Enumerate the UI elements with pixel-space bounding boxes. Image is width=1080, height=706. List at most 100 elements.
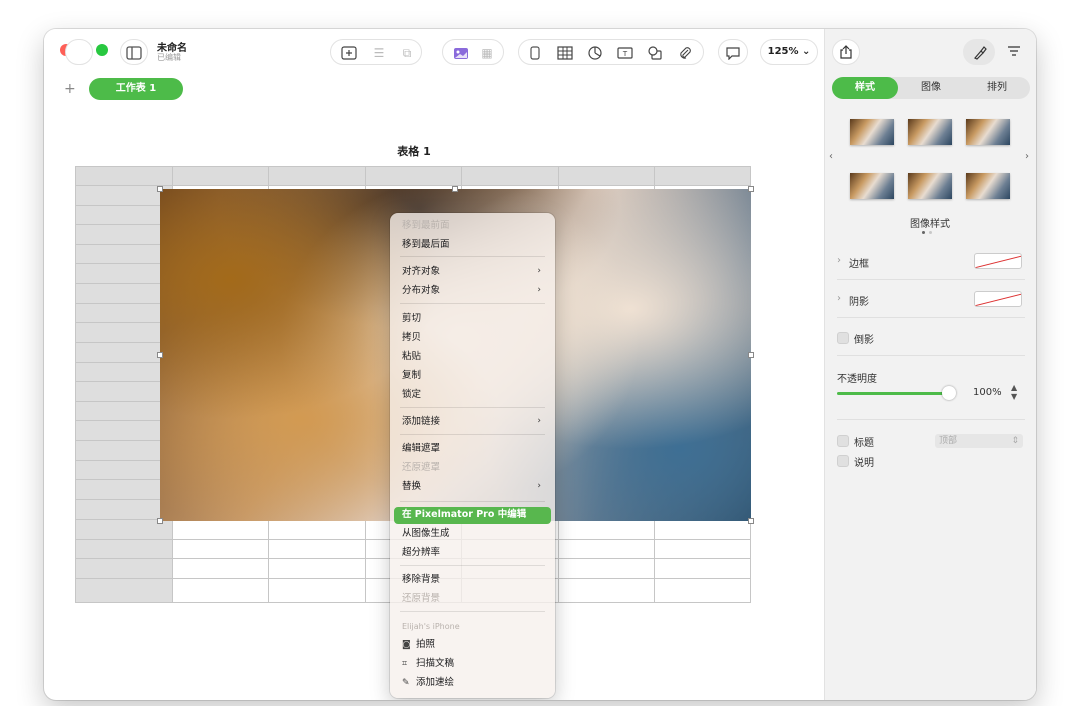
menu-item-lock[interactable]: 锁定	[402, 387, 421, 403]
opacity-slider[interactable]	[837, 392, 949, 395]
menu-item-remove-background[interactable]: 移除背景	[402, 572, 440, 588]
menu-item-distribute-objects[interactable]: 分布对象	[402, 283, 440, 299]
text-box-icon[interactable]: T	[617, 46, 633, 60]
sidebar-toggle-button[interactable]	[120, 39, 148, 65]
resize-handle-bottom-left[interactable]	[157, 518, 163, 524]
menu-item-super-resolution[interactable]: 超分辨率	[402, 545, 440, 561]
menu-item-cut[interactable]: 剪切	[402, 311, 421, 327]
paperclip-icon[interactable]	[677, 46, 693, 60]
chevron-right-icon: ›	[537, 285, 541, 295]
menu-item-paste[interactable]: 粘贴	[402, 349, 421, 365]
style-preset-2[interactable]	[908, 119, 952, 145]
zoom-window-button[interactable]	[96, 44, 108, 56]
opacity-value[interactable]: 100%	[973, 387, 1002, 398]
clip-icon[interactable]	[527, 46, 543, 60]
chart-icon[interactable]	[587, 46, 603, 60]
menu-item-duplicate[interactable]: 复制	[402, 368, 421, 384]
shadow-swatch[interactable]	[974, 291, 1022, 307]
add-page-icon[interactable]	[341, 46, 357, 60]
menu-item-add-sketch[interactable]: ✎ 添加速绘	[402, 675, 454, 691]
inspector-sidebar: 样式 图像 排列 ‹ › 图像样式 › 边框 › 阴影 倒影 不透明度 100%…	[65, 29, 1036, 700]
style-preset-4[interactable]	[850, 173, 894, 199]
inspector-tabs: 样式 图像 排列	[832, 77, 1030, 99]
menu-item-copy[interactable]: 拷贝	[402, 330, 421, 346]
sidebar-icon	[126, 46, 142, 60]
menu-item-bring-to-front: 移到最前面	[402, 220, 450, 231]
table-header-row[interactable]	[75, 166, 751, 185]
media-group: ▦	[442, 39, 504, 65]
menu-item-take-photo[interactable]: ◙ 拍照	[402, 637, 435, 653]
tab-arrange[interactable]: 排列	[964, 77, 1030, 99]
document-status: 已编辑	[157, 53, 181, 62]
resize-handle-top-left[interactable]	[157, 186, 163, 192]
title-checkbox[interactable]	[837, 435, 849, 447]
add-sheet-button[interactable]: +	[64, 81, 76, 97]
chevron-left-icon[interactable]: ‹	[829, 151, 833, 162]
organize-icon[interactable]	[1006, 44, 1022, 58]
resize-handle-top[interactable]	[452, 186, 458, 192]
title-label: 标题	[854, 438, 874, 449]
menu-separator	[400, 565, 545, 566]
chevron-right-icon[interactable]: ›	[837, 255, 841, 266]
opacity-slider-knob[interactable]	[942, 386, 956, 400]
style-preset-5[interactable]	[908, 173, 952, 199]
menu-separator	[400, 256, 545, 257]
page-dot	[929, 231, 932, 234]
chevron-right-icon[interactable]: ›	[1025, 151, 1029, 162]
reflection-label: 倒影	[854, 335, 874, 346]
shape-icon[interactable]	[647, 46, 663, 60]
title-position-value: 顶部	[939, 436, 958, 446]
style-preset-3[interactable]	[966, 119, 1010, 145]
zoom-dropdown[interactable]: 125% ⌄	[760, 39, 818, 65]
style-preset-6[interactable]	[966, 173, 1010, 199]
resize-handle-top-right[interactable]	[748, 186, 754, 192]
arrange-icon[interactable]: ⧉	[399, 46, 415, 60]
opacity-label: 不透明度	[837, 374, 877, 385]
border-swatch[interactable]	[974, 253, 1022, 269]
media-icon[interactable]	[453, 46, 469, 60]
menu-item-replace[interactable]: 替换	[402, 479, 421, 495]
menu-item-align-objects[interactable]: 对齐对象	[402, 264, 542, 280]
image-styles-caption: 图像样式	[910, 219, 950, 230]
resize-handle-bottom-right[interactable]	[748, 518, 754, 524]
menu-item-add-link[interactable]: 添加链接	[402, 414, 440, 430]
title-position-select[interactable]: 顶部 ⇕	[935, 434, 1023, 448]
grid-row-line	[75, 185, 751, 186]
border-label[interactable]: 边框	[849, 255, 869, 270]
table-icon[interactable]	[557, 46, 573, 60]
share-button[interactable]	[832, 39, 860, 65]
caption-checkbox[interactable]	[837, 455, 849, 467]
shadow-label[interactable]: 阴影	[849, 293, 869, 308]
tab-sheet-1[interactable]: 工作表 1	[89, 78, 183, 100]
share-button-hidden	[65, 39, 93, 65]
opacity-stepper[interactable]: ▲ ▼	[1011, 383, 1017, 401]
menu-separator	[400, 501, 545, 502]
menu-item-label: 扫描文稿	[416, 658, 455, 669]
menu-item-send-to-back[interactable]: 移到最后面	[402, 237, 450, 253]
camera-icon: ◙	[402, 640, 411, 650]
menu-item-generate-from-image[interactable]: 从图像生成	[402, 526, 450, 542]
menu-item-edit-in-pixelmator[interactable]: 在 Pixelmator Pro 中编辑	[402, 507, 526, 523]
reflection-checkbox[interactable]	[837, 332, 849, 344]
resize-handle-right[interactable]	[748, 352, 754, 358]
resize-handle-left[interactable]	[157, 352, 163, 358]
chevron-right-icon[interactable]: ›	[837, 293, 841, 304]
grid-column-line	[75, 166, 76, 602]
menu-separator	[400, 303, 545, 304]
table-title[interactable]: 表格 1	[384, 143, 444, 159]
app-window: 未命名 已编辑 ☰ ⧉ ▦ T 125% ⌄ + 工作表 1 表格 1 移到最前…	[44, 29, 1036, 700]
chevron-right-icon: ›	[537, 266, 541, 276]
tab-style[interactable]: 样式	[832, 77, 898, 99]
context-menu: 移到最前面 移到最后面 对齐对象 › 分布对象 › 剪切 拷贝 粘贴 复制 锁定…	[390, 213, 555, 698]
style-preset-1[interactable]	[850, 119, 894, 145]
format-button[interactable]	[963, 39, 995, 65]
tab-image[interactable]: 图像	[898, 77, 964, 99]
menu-item-edit-mask[interactable]: 编辑遮罩	[402, 441, 440, 457]
sketch-icon: ✎	[402, 678, 410, 688]
insert-group: ☰ ⧉	[330, 39, 422, 65]
menu-item-scan-documents[interactable]: ⌗ 扫描文稿	[402, 656, 454, 672]
chart-insert-icon[interactable]: ▦	[479, 46, 495, 60]
comment-button[interactable]	[718, 39, 748, 65]
list-icon[interactable]: ☰	[371, 46, 387, 60]
grid-row-line	[75, 166, 751, 167]
